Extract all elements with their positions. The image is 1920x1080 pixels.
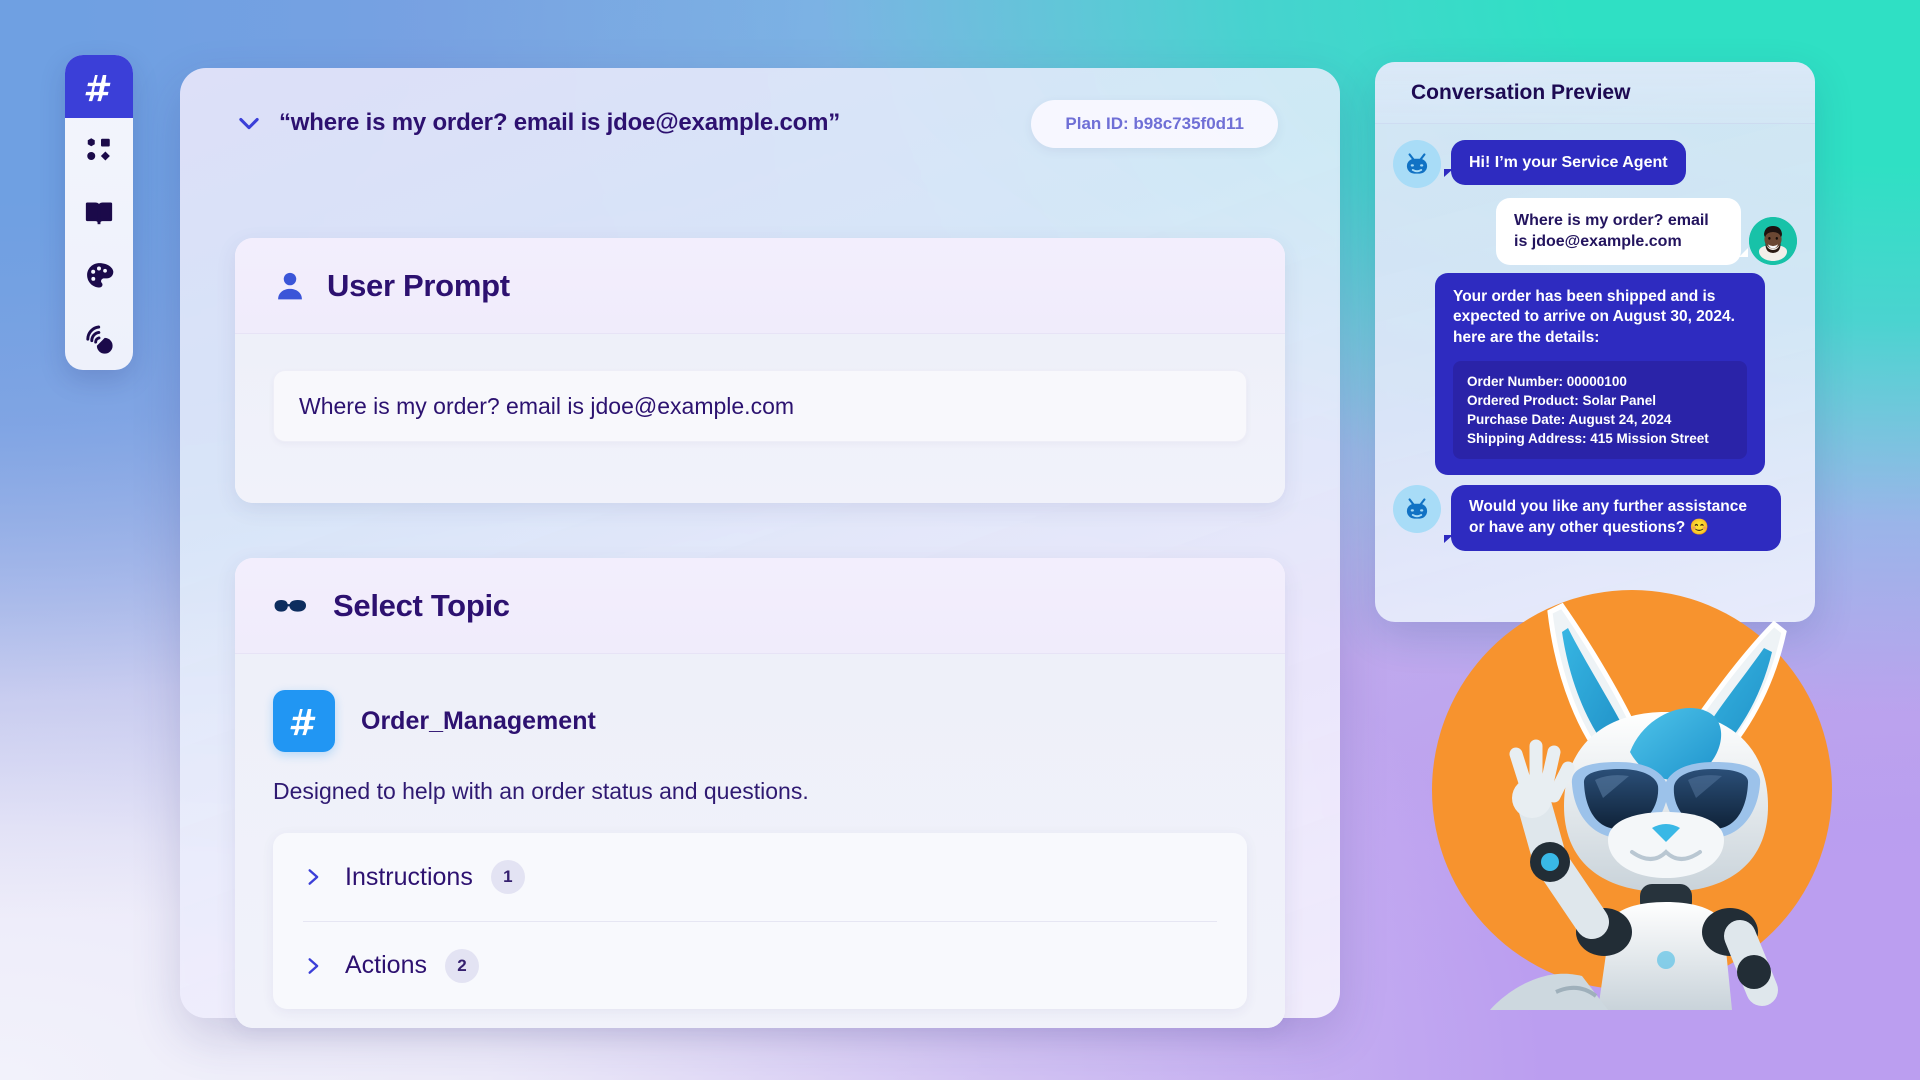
user-prompt-panel: User Prompt Enter your prompt <box>235 238 1285 503</box>
chevron-right-icon <box>303 867 323 887</box>
user-avatar <box>1749 216 1797 265</box>
plan-header: “where is my order? email is jdoe@exampl… <box>180 68 1340 178</box>
topic-row[interactable]: Order_Management <box>273 690 1247 752</box>
sidebar-item-book[interactable] <box>65 181 133 244</box>
bot-avatar-icon <box>1393 485 1441 534</box>
conversation-preview-title: Conversation Preview <box>1411 80 1631 104</box>
accordion-row-actions[interactable]: Actions 2 <box>303 921 1217 1009</box>
conversation-preview-header: Conversation Preview <box>1375 62 1815 124</box>
sidebar-item-shapes[interactable] <box>65 118 133 181</box>
select-topic-heading: Select Topic <box>333 587 510 623</box>
palette-icon <box>84 260 115 291</box>
user-prompt-header: User Prompt <box>235 238 1285 334</box>
chat-message-bot-greeting: Hi! I’m your Service Agent <box>1393 140 1797 188</box>
bot-avatar-icon <box>1393 140 1441 188</box>
chat-message-user: Where is my order? email is jdoe@example… <box>1393 198 1797 265</box>
purchase-date: Purchase Date: August 24, 2024 <box>1467 412 1672 428</box>
prompt-input[interactable] <box>273 370 1247 442</box>
chat-bubble: Where is my order? email is jdoe@example… <box>1496 198 1748 265</box>
shapes-icon <box>84 135 114 165</box>
chat-bubble-order-details: Your order has been shipped and is expec… <box>1435 272 1765 476</box>
accordion-row-instructions[interactable]: Instructions 1 <box>303 833 1217 921</box>
topic-accordion: Instructions 1 Actions 2 <box>273 833 1247 1009</box>
select-topic-panel: Select Topic Order_Management Designed t… <box>235 558 1285 1028</box>
broadcast-icon <box>83 323 115 355</box>
user-prompt-body: Enter your prompt <box>235 334 1285 503</box>
conversation-preview-panel: Conversation Preview Hi! I’m your Servic… <box>1375 62 1815 622</box>
accordion-label: Actions <box>345 951 427 979</box>
robot-fox-mascot <box>1432 590 1832 1010</box>
hashtag-icon <box>82 70 116 104</box>
sidebar-rail <box>65 55 133 370</box>
topic-description: Designed to help with an order status an… <box>273 778 809 804</box>
hashtag-icon <box>273 690 335 752</box>
ordered-product: Ordered Product: Solar Panel <box>1467 392 1657 408</box>
glasses-icon <box>273 593 313 619</box>
order-number: Order Number: 00000100 <box>1467 373 1627 389</box>
chat-bubble-text: Your order has been shipped and is expec… <box>1453 287 1735 347</box>
chat-message-list: Hi! I’m your Service Agent Where is my o… <box>1375 124 1815 551</box>
accordion-count-badge: 1 <box>490 860 525 894</box>
plan-card: “where is my order? email is jdoe@exampl… <box>180 68 1340 1028</box>
accordion-count-badge: 2 <box>444 948 479 983</box>
sidebar-item-hashtag[interactable] <box>65 55 133 118</box>
select-topic-body: Order_Management Designed to help with a… <box>235 654 1285 1028</box>
chat-bubble: Hi! I’m your Service Agent <box>1444 140 1686 186</box>
user-prompt-heading: User Prompt <box>327 267 510 303</box>
chevron-down-icon[interactable] <box>235 109 263 137</box>
plan-id-badge[interactable]: Plan ID: b98c735f0d11 <box>1031 100 1278 148</box>
order-details-box: Order Number: 00000100 Ordered Product: … <box>1453 360 1747 460</box>
accordion-label: Instructions <box>345 862 473 891</box>
mascot-illustration <box>1490 602 1787 1010</box>
user-icon <box>273 269 307 303</box>
chevron-right-icon <box>303 956 323 976</box>
select-topic-header: Select Topic <box>235 558 1285 654</box>
page-title: “where is my order? email is jdoe@exampl… <box>279 109 841 136</box>
sidebar-item-palette[interactable] <box>65 244 133 307</box>
sidebar-item-broadcast[interactable] <box>65 307 133 370</box>
shipping-address: Shipping Address: 415 Mission Street <box>1467 431 1709 447</box>
book-icon <box>83 197 115 229</box>
topic-name: Order_Management <box>361 706 596 735</box>
